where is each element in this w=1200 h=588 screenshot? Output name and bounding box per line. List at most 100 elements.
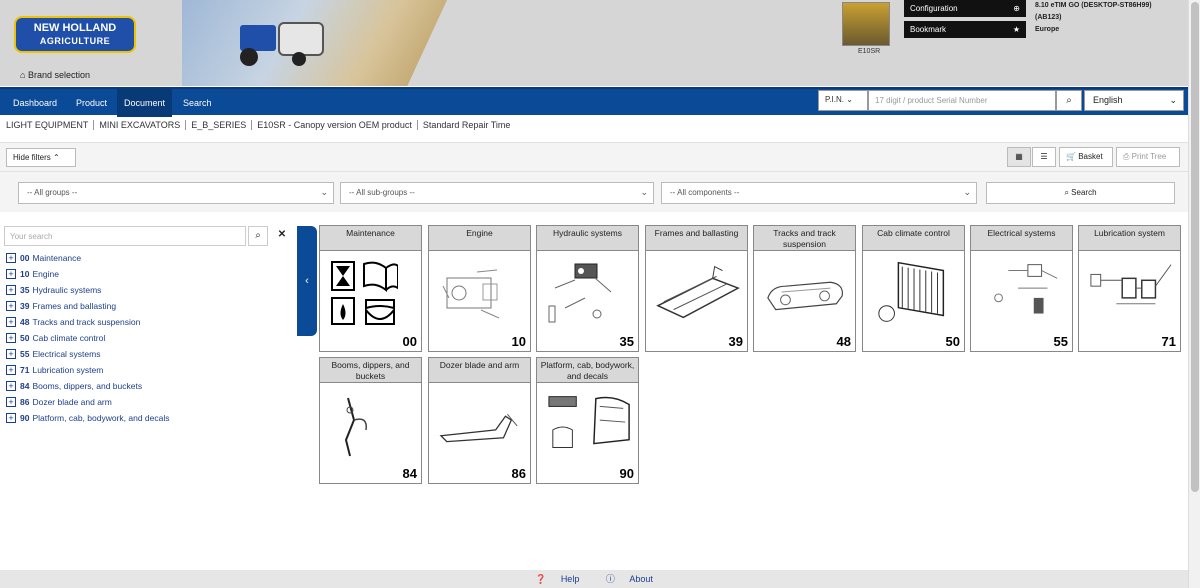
hydraulic-diagram-icon: [548, 263, 612, 323]
expand-icon[interactable]: +: [6, 301, 16, 311]
basket-button[interactable]: 🛒 Basket: [1059, 147, 1113, 167]
bookmark-button[interactable]: Bookmark ★: [904, 21, 1026, 38]
tile-number: 90: [619, 466, 634, 481]
nav-document[interactable]: Document: [117, 89, 173, 117]
expand-icon[interactable]: +: [6, 317, 16, 327]
tree-item[interactable]: +00 Maintenance: [6, 250, 296, 266]
tile-title: Engine: [429, 226, 530, 251]
expand-icon[interactable]: +: [6, 397, 16, 407]
tree-item[interactable]: +50 Cab climate control: [6, 330, 296, 346]
category-tile-cab-climate-control[interactable]: Cab climate control 50: [862, 225, 965, 352]
expand-icon[interactable]: +: [6, 365, 16, 375]
maintenance-icon: [331, 261, 398, 325]
close-icon: ✕: [277, 229, 287, 240]
nav-dashboard[interactable]: Dashboard: [6, 89, 64, 117]
category-tile-lubrication-system[interactable]: Lubrication system 71: [1078, 225, 1181, 352]
tile-title: Dozer blade and arm: [429, 358, 530, 383]
info-icon: ⓘ: [605, 574, 615, 584]
components-select[interactable]: -- All components -- ⌄: [661, 182, 977, 204]
tree-item[interactable]: +35 Hydraulic systems: [6, 282, 296, 298]
subgroups-select[interactable]: -- All sub-groups -- ⌄: [340, 182, 654, 204]
tree-search-input[interactable]: Your search: [4, 226, 246, 246]
filter-search-button[interactable]: ⌕ Search: [986, 182, 1175, 204]
tree-item[interactable]: +10 Engine: [6, 266, 296, 282]
header-banner-image: [182, 0, 447, 86]
tree-item-label: Maintenance: [32, 253, 82, 263]
tree-item[interactable]: +48 Tracks and track suspension: [6, 314, 296, 330]
filter-row: -- All groups -- ⌄ -- All sub-groups -- ⌄ …: [0, 172, 1188, 212]
category-tile-tracks-and-track-suspension[interactable]: Tracks and track suspension 48: [753, 225, 856, 352]
session-code: (AB123): [1035, 14, 1062, 21]
expand-icon[interactable]: +: [6, 333, 16, 343]
tile-number: 35: [619, 334, 634, 349]
print-tree-button[interactable]: ⎙ Print Tree: [1116, 147, 1180, 167]
tree-item-label: Cab climate control: [32, 333, 106, 343]
nav-search[interactable]: Search: [176, 89, 219, 117]
chevron-down-icon: ⌄: [640, 187, 648, 197]
tree-item-label: Dozer blade and arm: [32, 397, 112, 407]
expand-icon[interactable]: +: [6, 349, 16, 359]
tree-item[interactable]: +90 Platform, cab, bodywork, and decals: [6, 410, 296, 426]
grid-view-button[interactable]: ▦: [1007, 147, 1031, 167]
tree-clear-button[interactable]: ✕: [272, 226, 292, 246]
scrollbar-thumb[interactable]: [1191, 2, 1199, 492]
collapse-panel-button[interactable]: ‹: [297, 226, 317, 336]
tree-item[interactable]: +86 Dozer blade and arm: [6, 394, 296, 410]
category-tile-platform-cab-bodywork-and-decals[interactable]: Platform, cab, bodywork, and decals 90: [536, 357, 639, 484]
grid-icon: ▦: [1015, 152, 1023, 161]
home-icon: ⌂: [20, 70, 26, 80]
about-link[interactable]: ⓘ About: [600, 574, 659, 584]
tile-number: 00: [402, 334, 417, 349]
tree-item[interactable]: +71 Lubrication system: [6, 362, 296, 378]
breadcrumb-item[interactable]: E10SR - Canopy version OEM product: [252, 120, 418, 130]
tree-search-button[interactable]: ⌕: [248, 226, 268, 246]
tree-item[interactable]: +55 Electrical systems: [6, 346, 296, 362]
tree-item-label: Engine: [32, 269, 59, 279]
category-tile-booms-dippers-and-buckets[interactable]: Booms, dippers, and buckets 84: [319, 357, 422, 484]
list-view-button[interactable]: ☰: [1032, 147, 1056, 167]
expand-icon[interactable]: +: [6, 285, 16, 295]
tile-title: Cab climate control: [863, 226, 964, 251]
tile-title: Tracks and track suspension: [754, 226, 855, 251]
tile-title: Platform, cab, bodywork, and decals: [537, 358, 638, 383]
basket-label: Basket: [1078, 152, 1103, 161]
breadcrumb-item[interactable]: E_B_SERIES: [186, 120, 253, 130]
pin-select[interactable]: P.I.N. ⌄: [818, 90, 868, 111]
help-link[interactable]: ❓ Help: [529, 574, 585, 584]
nav-product[interactable]: Product: [69, 89, 114, 117]
expand-icon[interactable]: +: [6, 381, 16, 391]
tree-item-label: Frames and ballasting: [32, 301, 117, 311]
groups-select[interactable]: -- All groups -- ⌄: [18, 182, 334, 204]
category-tile-hydraulic-systems[interactable]: Hydraulic systems 35: [536, 225, 639, 352]
breadcrumb-item[interactable]: LIGHT EQUIPMENT: [6, 120, 95, 130]
tile-number: 84: [402, 466, 417, 481]
category-tile-engine[interactable]: Engine 10: [428, 225, 531, 352]
search-icon: ⌕: [1064, 188, 1069, 197]
category-tile-maintenance[interactable]: Maintenance 00: [319, 225, 422, 352]
category-tile-dozer-blade-and-arm[interactable]: Dozer blade and arm 86: [428, 357, 531, 484]
tree-item[interactable]: +84 Booms, dippers, and buckets: [6, 378, 296, 394]
expand-icon[interactable]: +: [6, 413, 16, 423]
expand-icon[interactable]: +: [6, 269, 16, 279]
tree-item-code: 90: [20, 413, 30, 423]
serial-number-input[interactable]: 17 digit / product Serial Number: [868, 90, 1056, 111]
help-icon: ❓: [535, 574, 547, 584]
tile-title: Hydraulic systems: [537, 226, 638, 251]
serial-search-button[interactable]: ⌕: [1056, 90, 1082, 111]
configuration-button[interactable]: Configuration ⊕: [904, 0, 1026, 17]
tile-number: 55: [1053, 334, 1068, 349]
language-select[interactable]: English ⌄: [1084, 90, 1184, 111]
new-holland-logo[interactable]: NEW HOLLAND AGRICULTURE: [14, 16, 136, 53]
tree-item[interactable]: +39 Frames and ballasting: [6, 298, 296, 314]
page-scrollbar[interactable]: [1188, 0, 1200, 588]
configuration-label: Configuration: [910, 4, 958, 13]
breadcrumb-item[interactable]: MINI EXCAVATORS: [94, 120, 187, 130]
category-tile-electrical-systems[interactable]: Electrical systems 55: [970, 225, 1073, 352]
brand-selection-link[interactable]: ⌂ Brand selection: [20, 70, 90, 80]
frame-diagram-icon: [656, 265, 740, 319]
category-tile-frames-and-ballasting[interactable]: Frames and ballasting 39: [645, 225, 748, 352]
hide-filters-button[interactable]: Hide filters ⌃: [6, 148, 76, 167]
printer-icon: ⎙: [1123, 152, 1130, 161]
expand-icon[interactable]: +: [6, 253, 16, 263]
tree-item-code: 39: [20, 301, 30, 311]
